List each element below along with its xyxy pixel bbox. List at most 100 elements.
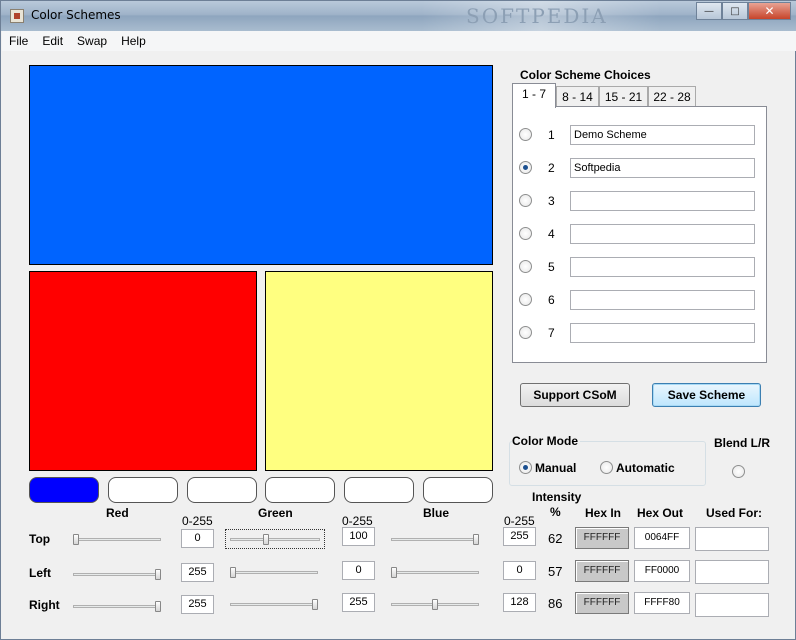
scheme-choices-heading: Color Scheme Choices [520, 68, 651, 82]
top-hex-in[interactable]: FFFFFF [575, 527, 629, 549]
scheme-radio-2[interactable] [519, 161, 532, 174]
right-hex-in[interactable]: FFFFFF [575, 592, 629, 614]
top-blue-slider[interactable] [391, 534, 479, 545]
maximize-button[interactable]: □ [722, 2, 748, 20]
scheme-number-4: 4 [548, 227, 555, 241]
right-blue-value[interactable]: 128 [503, 593, 536, 612]
left-intensity-value: 57 [548, 564, 563, 579]
menu-file[interactable]: File [2, 31, 35, 51]
right-intensity-value: 86 [548, 596, 563, 611]
title-bar[interactable]: Color Schemes SOFTPEDIA — □ ✕ [1, 1, 796, 31]
scheme-number-6: 6 [548, 293, 555, 307]
menu-swap[interactable]: Swap [70, 31, 114, 51]
blend-lr-label: Blend L/R [714, 436, 770, 450]
scheme-radio-4[interactable] [519, 227, 532, 240]
hex-out-header: Hex Out [637, 506, 684, 520]
right-used-for-field[interactable] [695, 593, 769, 617]
app-window: Color Schemes SOFTPEDIA — □ ✕ File Edit … [0, 0, 796, 640]
left-color-preview [29, 271, 257, 471]
left-green-slider[interactable] [230, 567, 318, 578]
manual-mode-radio[interactable] [519, 461, 532, 474]
top-intensity-value: 62 [548, 531, 563, 546]
row-label-left: Left [29, 566, 51, 580]
swatch-button-5[interactable] [344, 477, 414, 503]
top-color-preview [29, 65, 493, 265]
softpedia-watermark: SOFTPEDIA [421, 1, 661, 31]
menu-bar: File Edit Swap Help [2, 31, 796, 51]
swatch-button-1[interactable] [29, 477, 99, 503]
swatch-button-6[interactable] [423, 477, 493, 503]
scheme-name-field-6[interactable] [570, 290, 755, 310]
percent-label: % [550, 505, 561, 519]
app-icon[interactable] [10, 9, 24, 23]
scheme-number-1: 1 [548, 128, 555, 142]
menu-edit[interactable]: Edit [35, 31, 70, 51]
save-scheme-button[interactable]: Save Scheme [652, 383, 761, 407]
blue-channel-label: Blue [423, 506, 450, 520]
right-green-value[interactable]: 255 [342, 593, 375, 612]
scheme-name-field-2[interactable]: Softpedia [570, 158, 755, 178]
left-red-slider[interactable] [73, 569, 161, 580]
used-for-header: Used For: [706, 506, 763, 520]
right-color-preview [265, 271, 493, 471]
close-button[interactable]: ✕ [748, 2, 791, 20]
scheme-name-field-4[interactable] [570, 224, 755, 244]
top-green-slider[interactable] [225, 529, 325, 549]
row-label-top: Top [29, 532, 51, 546]
right-green-slider[interactable] [230, 599, 318, 610]
top-red-value[interactable]: 0 [181, 529, 214, 548]
automatic-mode-radio[interactable] [600, 461, 613, 474]
scheme-number-2: 2 [548, 161, 555, 175]
green-channel-label: Green [258, 506, 293, 520]
scheme-name-field-3[interactable] [570, 191, 755, 211]
scheme-radio-7[interactable] [519, 326, 532, 339]
scheme-name-field-7[interactable] [570, 323, 755, 343]
scheme-radio-5[interactable] [519, 260, 532, 273]
top-blue-value[interactable]: 255 [503, 527, 536, 546]
scheme-radio-1[interactable] [519, 128, 532, 141]
blend-lr-radio[interactable] [732, 465, 745, 478]
top-used-for-field[interactable] [695, 527, 769, 551]
top-hex-out[interactable]: 0064FF [634, 527, 690, 549]
right-red-slider[interactable] [73, 601, 161, 612]
scheme-number-3: 3 [548, 194, 555, 208]
hex-in-header: Hex In [585, 506, 622, 520]
left-hex-in[interactable]: FFFFFF [575, 560, 629, 582]
tab-1-7[interactable]: 1 - 7 [512, 83, 556, 108]
tab-15-21[interactable]: 15 - 21 [599, 86, 648, 107]
left-used-for-field[interactable] [695, 560, 769, 584]
swatch-button-4[interactable] [265, 477, 335, 503]
left-blue-slider[interactable] [391, 567, 479, 578]
minimize-button[interactable]: — [696, 2, 722, 20]
red-channel-label: Red [106, 506, 129, 520]
color-mode-heading: Color Mode [512, 434, 580, 448]
tab-8-14[interactable]: 8 - 14 [556, 86, 599, 107]
swatch-button-2[interactable] [108, 477, 178, 503]
top-green-value[interactable]: 100 [342, 527, 375, 546]
right-hex-out[interactable]: FFFF80 [634, 592, 690, 614]
left-blue-value[interactable]: 0 [503, 561, 536, 580]
support-csom-button[interactable]: Support CSoM [520, 383, 630, 407]
swatch-button-3[interactable] [187, 477, 257, 503]
scheme-name-field-5[interactable] [570, 257, 755, 277]
top-red-slider[interactable] [73, 534, 161, 545]
tab-22-28[interactable]: 22 - 28 [648, 86, 696, 107]
green-range-label: 0-255 [342, 514, 373, 528]
left-hex-out[interactable]: FF0000 [634, 560, 690, 582]
left-green-value[interactable]: 0 [342, 561, 375, 580]
left-red-value[interactable]: 255 [181, 563, 214, 582]
automatic-mode-label[interactable]: Automatic [616, 461, 675, 475]
red-range-label: 0-255 [182, 514, 213, 528]
row-label-right: Right [29, 598, 60, 612]
blue-range-label: 0-255 [504, 514, 535, 528]
right-red-value[interactable]: 255 [181, 595, 214, 614]
window-title: Color Schemes [31, 8, 121, 22]
intensity-label: Intensity [532, 490, 582, 504]
scheme-radio-3[interactable] [519, 194, 532, 207]
scheme-radio-6[interactable] [519, 293, 532, 306]
scheme-name-field-1[interactable]: Demo Scheme [570, 125, 755, 145]
scheme-number-5: 5 [548, 260, 555, 274]
right-blue-slider[interactable] [391, 599, 479, 610]
menu-help[interactable]: Help [114, 31, 153, 51]
manual-mode-label[interactable]: Manual [535, 461, 576, 475]
